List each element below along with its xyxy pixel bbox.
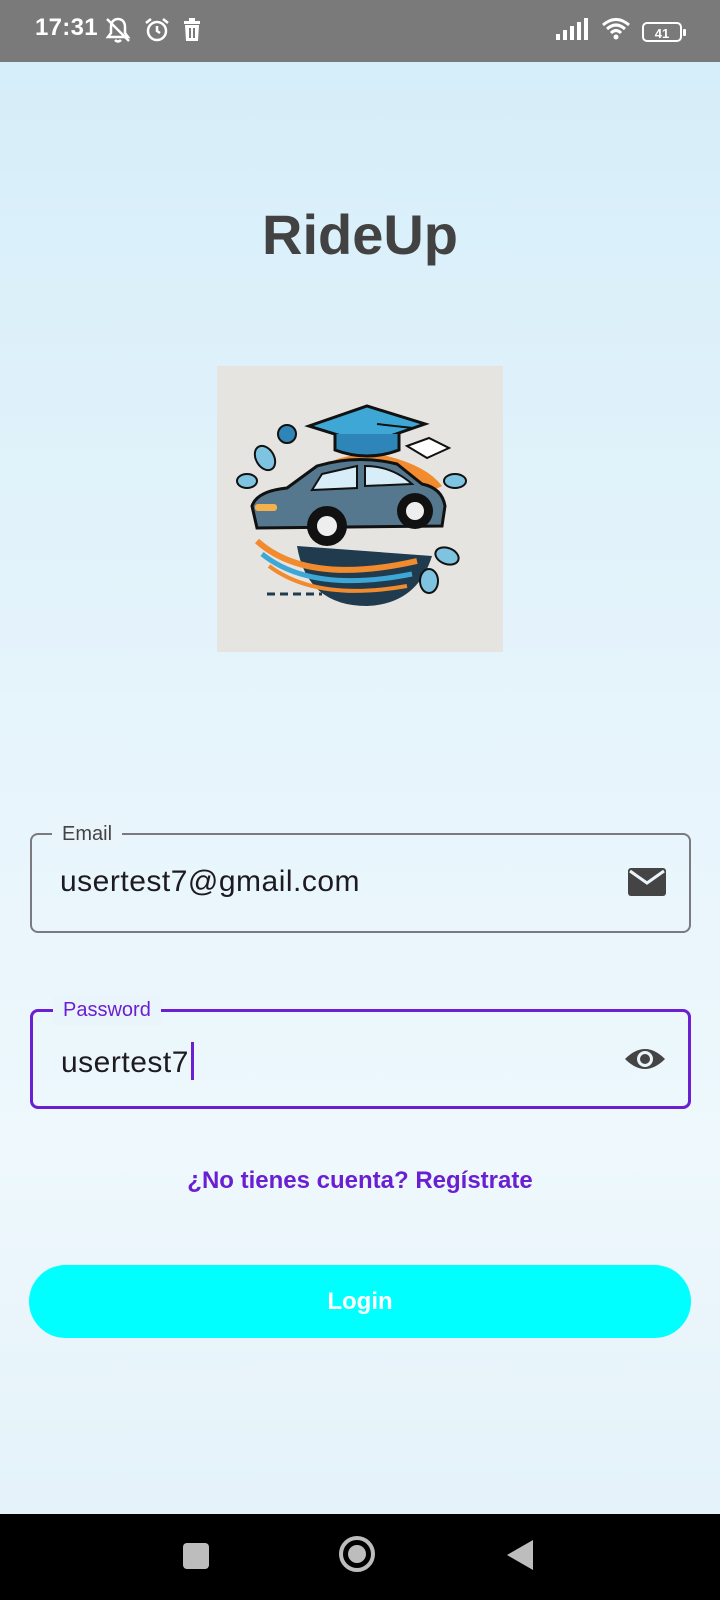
password-field[interactable]: Password usertest7 (30, 995, 691, 1109)
email-label: Email (52, 819, 123, 849)
text-cursor (190, 1042, 194, 1080)
register-link[interactable]: ¿No tienes cuenta? Regístrate (0, 1167, 720, 1195)
app-title: RideUp (262, 203, 458, 266)
email-input[interactable]: usertest7@gmail.com (60, 865, 360, 899)
login-screen: RideUp Email usertest7@gmail.com Passwor… (0, 62, 720, 1514)
password-input[interactable]: usertest7 (61, 1042, 194, 1080)
app-logo (217, 366, 503, 652)
alarm-icon (143, 16, 171, 49)
battery-icon: 41 (642, 21, 686, 42)
status-time: 17:31 (35, 14, 98, 41)
home-button[interactable] (338, 1535, 376, 1578)
signal-icon (556, 18, 590, 45)
trash-icon (181, 18, 203, 47)
status-bar: 17:31 41 (0, 0, 720, 62)
back-button[interactable] (505, 1538, 535, 1577)
password-label: Password (53, 995, 161, 1025)
mail-icon (627, 867, 667, 902)
mute-notifications-icon (103, 15, 133, 50)
email-field[interactable]: Email usertest7@gmail.com (30, 819, 691, 933)
recents-button[interactable] (181, 1541, 211, 1576)
login-button[interactable]: Login (29, 1265, 691, 1338)
navigation-bar (0, 1514, 720, 1600)
wifi-icon (602, 18, 630, 45)
eye-icon[interactable] (624, 1044, 666, 1079)
